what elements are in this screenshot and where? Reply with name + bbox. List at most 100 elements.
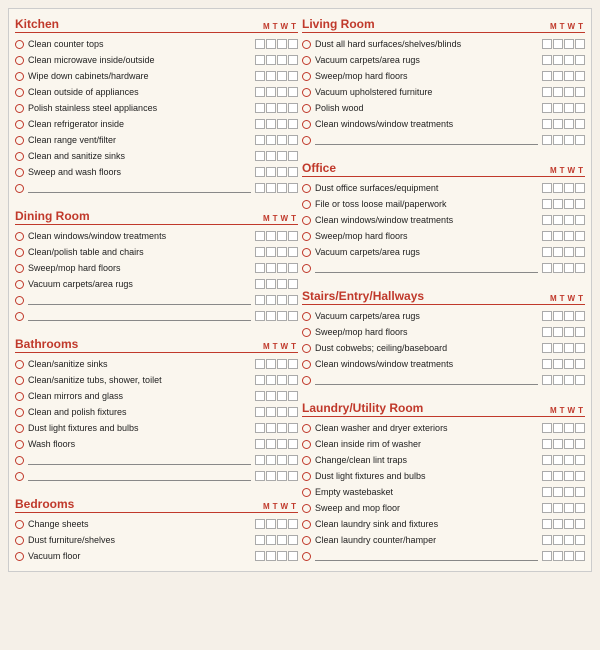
item-circle[interactable] [302, 360, 311, 369]
checkbox-box[interactable] [564, 183, 574, 193]
checkbox-box[interactable] [288, 439, 298, 449]
checkbox-box[interactable] [288, 39, 298, 49]
checkbox-box[interactable] [277, 295, 287, 305]
item-circle[interactable] [302, 488, 311, 497]
checkbox-box[interactable] [542, 423, 552, 433]
checkbox-box[interactable] [575, 503, 585, 513]
checkbox-box[interactable] [575, 343, 585, 353]
item-circle[interactable] [302, 472, 311, 481]
item-circle[interactable] [15, 120, 24, 129]
item-circle[interactable] [15, 56, 24, 65]
checkbox-box[interactable] [277, 439, 287, 449]
checkbox-box[interactable] [266, 183, 276, 193]
checkbox-box[interactable] [553, 375, 563, 385]
item-circle[interactable] [302, 216, 311, 225]
checkbox-box[interactable] [266, 39, 276, 49]
item-circle[interactable] [302, 72, 311, 81]
checkbox-box[interactable] [575, 215, 585, 225]
item-circle[interactable] [302, 248, 311, 257]
blank-circle[interactable] [15, 184, 24, 193]
checkbox-box[interactable] [553, 215, 563, 225]
checkbox-box[interactable] [277, 311, 287, 321]
checkbox-box[interactable] [266, 551, 276, 561]
checkbox-box[interactable] [575, 135, 585, 145]
checkbox-box[interactable] [542, 535, 552, 545]
item-circle[interactable] [302, 344, 311, 353]
checkbox-box[interactable] [277, 423, 287, 433]
item-circle[interactable] [15, 40, 24, 49]
checkbox-box[interactable] [277, 119, 287, 129]
checkbox-box[interactable] [255, 71, 265, 81]
checkbox-box[interactable] [266, 391, 276, 401]
checkbox-box[interactable] [255, 39, 265, 49]
checkbox-box[interactable] [553, 247, 563, 257]
checkbox-box[interactable] [542, 103, 552, 113]
checkbox-box[interactable] [542, 135, 552, 145]
checkbox-box[interactable] [575, 55, 585, 65]
checkbox-box[interactable] [542, 55, 552, 65]
checkbox-box[interactable] [575, 455, 585, 465]
checkbox-box[interactable] [288, 247, 298, 257]
item-circle[interactable] [302, 88, 311, 97]
checkbox-box[interactable] [553, 87, 563, 97]
checkbox-box[interactable] [542, 231, 552, 241]
item-circle[interactable] [15, 392, 24, 401]
checkbox-box[interactable] [288, 471, 298, 481]
checkbox-box[interactable] [255, 279, 265, 289]
checkbox-box[interactable] [288, 407, 298, 417]
checkbox-box[interactable] [266, 439, 276, 449]
checkbox-box[interactable] [255, 375, 265, 385]
checkbox-box[interactable] [553, 311, 563, 321]
checkbox-box[interactable] [542, 311, 552, 321]
checkbox-box[interactable] [575, 71, 585, 81]
checkbox-box[interactable] [277, 231, 287, 241]
checkbox-box[interactable] [288, 375, 298, 385]
checkbox-box[interactable] [553, 519, 563, 529]
checkbox-box[interactable] [277, 407, 287, 417]
checkbox-box[interactable] [553, 423, 563, 433]
checkbox-box[interactable] [288, 167, 298, 177]
checkbox-box[interactable] [542, 471, 552, 481]
checkbox-box[interactable] [255, 247, 265, 257]
checkbox-box[interactable] [277, 471, 287, 481]
checkbox-box[interactable] [564, 375, 574, 385]
checkbox-box[interactable] [266, 55, 276, 65]
checkbox-box[interactable] [542, 327, 552, 337]
checkbox-box[interactable] [288, 55, 298, 65]
checkbox-box[interactable] [564, 439, 574, 449]
checkbox-box[interactable] [266, 407, 276, 417]
checkbox-box[interactable] [288, 311, 298, 321]
item-circle[interactable] [302, 184, 311, 193]
checkbox-box[interactable] [277, 359, 287, 369]
checkbox-box[interactable] [255, 535, 265, 545]
item-circle[interactable] [15, 520, 24, 529]
item-circle[interactable] [302, 328, 311, 337]
checkbox-box[interactable] [564, 215, 574, 225]
checkbox-box[interactable] [542, 375, 552, 385]
checkbox-box[interactable] [255, 439, 265, 449]
item-circle[interactable] [302, 120, 311, 129]
checkbox-box[interactable] [288, 103, 298, 113]
checkbox-box[interactable] [288, 151, 298, 161]
checkbox-box[interactable] [542, 503, 552, 513]
checkbox-box[interactable] [542, 87, 552, 97]
checkbox-box[interactable] [564, 343, 574, 353]
checkbox-box[interactable] [255, 135, 265, 145]
checkbox-box[interactable] [575, 247, 585, 257]
checkbox-box[interactable] [564, 87, 574, 97]
checkbox-box[interactable] [553, 55, 563, 65]
checkbox-box[interactable] [575, 423, 585, 433]
checkbox-box[interactable] [564, 519, 574, 529]
checkbox-box[interactable] [575, 487, 585, 497]
item-circle[interactable] [15, 552, 24, 561]
checkbox-box[interactable] [255, 551, 265, 561]
item-circle[interactable] [15, 248, 24, 257]
checkbox-box[interactable] [564, 471, 574, 481]
checkbox-box[interactable] [266, 119, 276, 129]
checkbox-box[interactable] [542, 439, 552, 449]
checkbox-box[interactable] [564, 39, 574, 49]
checkbox-box[interactable] [575, 551, 585, 561]
item-circle[interactable] [302, 104, 311, 113]
checkbox-box[interactable] [266, 87, 276, 97]
checkbox-box[interactable] [266, 535, 276, 545]
